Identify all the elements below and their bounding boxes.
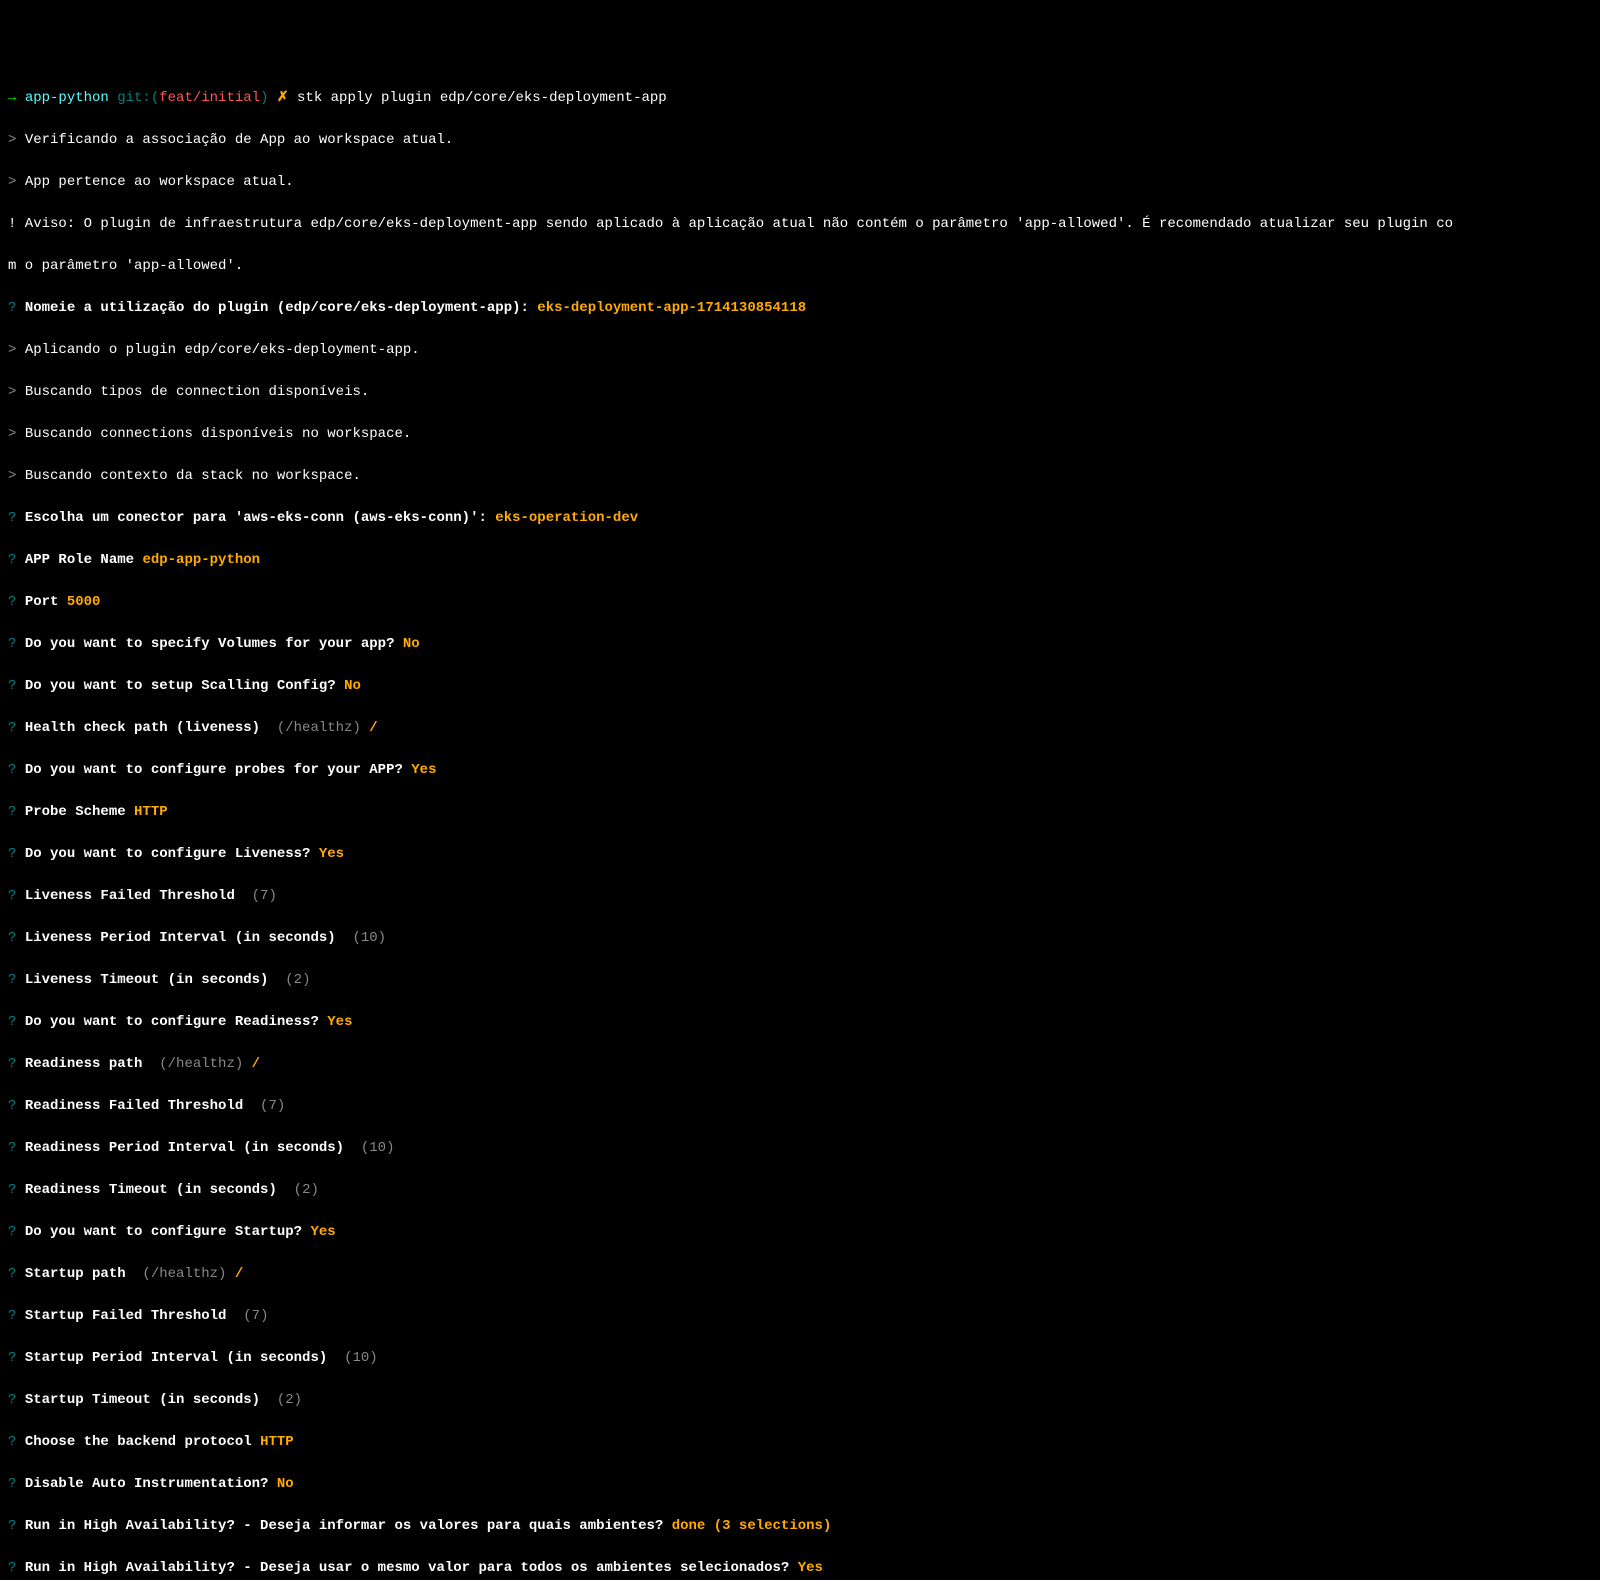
question-line[interactable]: ? Do you want to setup Scalling Config? … (8, 676, 1592, 697)
question-line[interactable]: ? Readiness Failed Threshold (7) (8, 1096, 1592, 1117)
dirty-mark: ✗ (268, 90, 297, 106)
question-line[interactable]: ? Startup path (/healthz) / (8, 1264, 1592, 1285)
output-line: > Buscando contexto da stack no workspac… (8, 466, 1592, 487)
question-line[interactable]: ? Do you want to configure Startup? Yes (8, 1222, 1592, 1243)
git-pre: git:( (109, 90, 159, 106)
question-line[interactable]: ? Escolha um conector para 'aws-eks-conn… (8, 508, 1592, 529)
git-branch: feat/initial (159, 90, 260, 106)
question-line[interactable]: ? Port 5000 (8, 592, 1592, 613)
question-line[interactable]: ? Do you want to configure Liveness? Yes (8, 844, 1592, 865)
question-line[interactable]: ? APP Role Name edp-app-python (8, 550, 1592, 571)
question-line[interactable]: ? Choose the backend protocol HTTP (8, 1432, 1592, 1453)
question-line[interactable]: ? Liveness Period Interval (in seconds) … (8, 928, 1592, 949)
question-line[interactable]: ? Do you want to configure Readiness? Ye… (8, 1012, 1592, 1033)
question-line[interactable]: ? Readiness path (/healthz) / (8, 1054, 1592, 1075)
question-line[interactable]: ? Health check path (liveness) (/healthz… (8, 718, 1592, 739)
question-line[interactable]: ? Nomeie a utilização do plugin (edp/cor… (8, 298, 1592, 319)
warning-line-2: m o parâmetro 'app-allowed'. (8, 256, 1592, 277)
question-line[interactable]: ? Readiness Period Interval (in seconds)… (8, 1138, 1592, 1159)
prompt-line[interactable]: → app-python git:(feat/initial) ✗ stk ap… (8, 88, 1592, 109)
question-line[interactable]: ? Liveness Timeout (in seconds) (2) (8, 970, 1592, 991)
output-line: > Aplicando o plugin edp/core/eks-deploy… (8, 340, 1592, 361)
warning-line: ! Aviso: O plugin de infraestrutura edp/… (8, 214, 1592, 235)
question-line[interactable]: ? Disable Auto Instrumentation? No (8, 1474, 1592, 1495)
question-line[interactable]: ? Run in High Availability? - Deseja usa… (8, 1558, 1592, 1579)
question-line[interactable]: ? Do you want to specify Volumes for you… (8, 634, 1592, 655)
prompt-dir: app-python (25, 90, 109, 106)
question-line[interactable]: ? Startup Period Interval (in seconds) (… (8, 1348, 1592, 1369)
question-line[interactable]: ? Do you want to configure probes for yo… (8, 760, 1592, 781)
question-line[interactable]: ? Run in High Availability? - Deseja inf… (8, 1516, 1592, 1537)
question-line[interactable]: ? Probe Scheme HTTP (8, 802, 1592, 823)
question-line[interactable]: ? Liveness Failed Threshold (7) (8, 886, 1592, 907)
output-line: > Buscando connections disponíveis no wo… (8, 424, 1592, 445)
output-line: > Verificando a associação de App ao wor… (8, 130, 1592, 151)
command: stk apply plugin edp/core/eks-deployment… (297, 90, 667, 106)
prompt-arrow: → (8, 90, 25, 106)
question-line[interactable]: ? Readiness Timeout (in seconds) (2) (8, 1180, 1592, 1201)
output-line: > Buscando tipos de connection disponíve… (8, 382, 1592, 403)
question-line[interactable]: ? Startup Failed Threshold (7) (8, 1306, 1592, 1327)
question-line[interactable]: ? Startup Timeout (in seconds) (2) (8, 1390, 1592, 1411)
output-line: > App pertence ao workspace atual. (8, 172, 1592, 193)
